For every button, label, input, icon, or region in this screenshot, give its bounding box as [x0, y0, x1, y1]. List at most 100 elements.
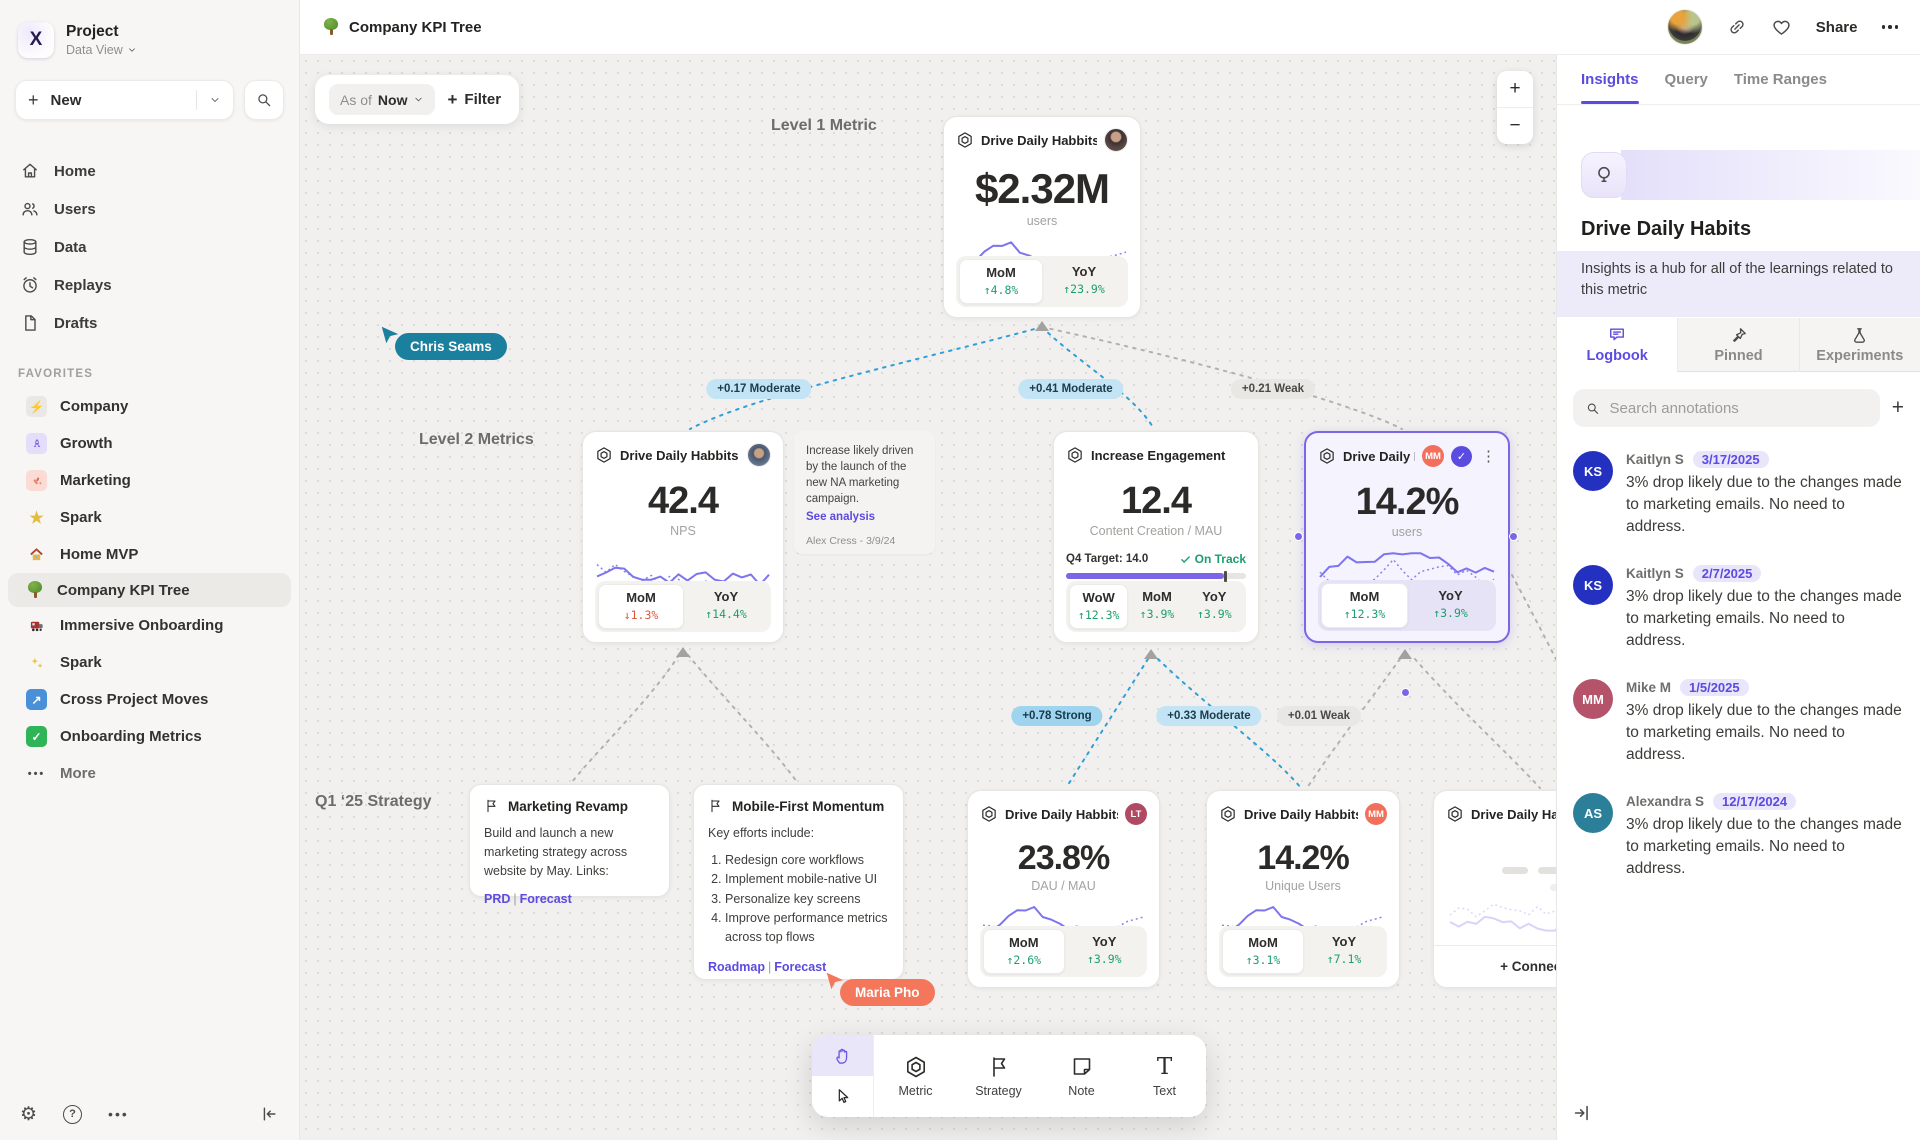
help-icon[interactable]: ? — [63, 1105, 82, 1124]
selection-handle[interactable] — [1509, 532, 1518, 541]
favorites-heading: FAVORITES — [0, 342, 299, 388]
collapse-sidebar-icon[interactable] — [259, 1104, 279, 1124]
collapse-panel-icon[interactable] — [1571, 1102, 1593, 1124]
user-avatar[interactable] — [1667, 9, 1703, 45]
strategy-item: Implement mobile-native UI — [725, 870, 889, 889]
roadmap-link[interactable]: Roadmap — [708, 960, 765, 974]
tab-time-ranges[interactable]: Time Ranges — [1734, 55, 1827, 104]
subtab-pinned[interactable]: Pinned — [1677, 318, 1798, 372]
metric-card-connect[interactable]: Drive Daily Habbits + Connect — [1433, 790, 1556, 988]
select-tool-button[interactable] — [812, 1076, 873, 1117]
insights-bulb-tile — [1581, 152, 1627, 198]
hand-tool-button[interactable] — [812, 1035, 873, 1076]
metric-hexagon-icon — [1446, 805, 1464, 823]
forecast-link[interactable]: Forecast — [520, 892, 572, 906]
project-switcher[interactable]: X Project Data View — [0, 0, 299, 68]
add-annotation-button[interactable]: + — [1892, 396, 1904, 420]
check-icon — [1180, 554, 1191, 565]
collaborator-cursor-chris: Chris Seams — [395, 338, 507, 356]
target-progress-bar — [1066, 573, 1246, 579]
sidebar-item-company-kpi-tree[interactable]: Company KPI Tree — [8, 573, 291, 607]
more-menu-icon[interactable] — [1882, 25, 1899, 29]
annotation-item[interactable]: AS Alexandra S12/17/2024 3% drop likely … — [1573, 793, 1906, 880]
annotation-item[interactable]: KS Kaitlyn S3/17/2025 3% drop likely due… — [1573, 451, 1906, 538]
annotation-item[interactable]: KS Kaitlyn S2/7/2025 3% drop likely due … — [1573, 565, 1906, 652]
metric-card-nps[interactable]: Drive Daily Habbits 42.4 NPS MoM↓1.3% Yo… — [582, 431, 784, 643]
sidebar-item-replays[interactable]: Replays — [0, 266, 299, 304]
sidebar-item-users[interactable]: Users — [0, 190, 299, 228]
selection-handle[interactable] — [1401, 688, 1410, 697]
kpi-tree-canvas[interactable]: As of Now + Filter + − Level 1 Metric Le… — [300, 55, 1556, 1140]
selection-handle[interactable] — [1294, 532, 1303, 541]
sidebar-item-home[interactable]: Home — [0, 152, 299, 190]
tab-query[interactable]: Query — [1665, 55, 1708, 104]
metric-tool-button[interactable]: Metric — [874, 1035, 957, 1117]
annotation-date: 12/17/2024 — [1713, 793, 1796, 810]
annotation-search[interactable] — [1573, 389, 1880, 427]
strategy-title: Marketing Revamp — [508, 799, 628, 814]
metric-card-selected[interactable]: Drive Daily Habb.. MM ✓ ⋮ 14.2% users Mo… — [1304, 431, 1510, 643]
text-tool-button[interactable]: T Text — [1123, 1035, 1206, 1117]
strategy-tool-button[interactable]: Strategy — [957, 1035, 1040, 1117]
annotation-text: 3% drop likely due to the changes made t… — [1626, 586, 1906, 652]
search-button[interactable] — [244, 80, 284, 120]
metric-card-dau[interactable]: Drive Daily Habbits LT 23.8% DAU / MAU M… — [967, 790, 1160, 988]
annotation-item[interactable]: MM Mike M1/5/2025 3% drop likely due to … — [1573, 679, 1906, 766]
sidebar-item-more[interactable]: ••• More — [8, 755, 291, 792]
zoom-in-button[interactable]: + — [1497, 71, 1533, 107]
sidebar-item-home-mvp[interactable]: Home MVP — [8, 536, 291, 573]
sidebar-item-label: Data — [54, 239, 87, 256]
metric-unit: DAU / MAU — [980, 879, 1147, 893]
metric-card-unique-users[interactable]: Drive Daily Habbits MM 14.2% Unique User… — [1206, 790, 1400, 988]
zoom-out-button[interactable]: − — [1497, 108, 1533, 144]
annotation-author: Kaitlyn S — [1626, 566, 1684, 581]
strategy-card-marketing-revamp[interactable]: Marketing Revamp Build and launch a new … — [469, 784, 670, 897]
chevron-down-icon[interactable] — [209, 94, 221, 106]
cursor-arrow-icon — [824, 970, 846, 992]
star-icon: ★ — [26, 507, 47, 528]
page-title: Company KPI Tree — [349, 19, 482, 36]
card-menu-icon[interactable]: ⋮ — [1479, 447, 1496, 465]
sidebar-item-drafts[interactable]: Drafts — [0, 304, 299, 342]
subtab-logbook[interactable]: Logbook — [1557, 318, 1677, 372]
stat-yoy: YoY↑3.9% — [1186, 584, 1243, 629]
sidebar-item-marketing[interactable]: Marketing — [8, 462, 291, 499]
sidebar-item-cross-project-moves[interactable]: ↗ Cross Project Moves — [8, 681, 291, 718]
chevron-down-icon — [127, 45, 137, 55]
note-tool-button[interactable]: Note — [1040, 1035, 1123, 1117]
insights-description: Insights is a hub for all of the learnin… — [1557, 251, 1920, 317]
metric-card-level1[interactable]: Drive Daily Habbits $2.32M users MoM↑4.8… — [943, 116, 1141, 318]
subtab-experiments[interactable]: Experiments — [1799, 318, 1920, 372]
more-options-icon[interactable]: ••• — [108, 1106, 129, 1122]
new-button[interactable]: + New — [15, 80, 234, 120]
share-button[interactable]: Share — [1816, 19, 1858, 36]
sidebar: X Project Data View + New Home Users — [0, 0, 300, 1140]
plus-icon: + — [447, 90, 457, 110]
sidebar-item-spark[interactable]: ★ Spark — [8, 499, 291, 536]
as-of-selector[interactable]: As of Now — [329, 84, 435, 115]
copy-link-icon[interactable] — [1727, 17, 1747, 37]
card-title: Drive Daily Habbits — [620, 448, 740, 463]
cursor-arrow-icon — [379, 324, 401, 346]
filter-button[interactable]: + Filter — [447, 90, 505, 110]
metric-unit: Content Creation / MAU — [1066, 524, 1246, 538]
strategy-card-mobile-first[interactable]: Mobile-First Momentum Key efforts includ… — [693, 784, 904, 980]
sidebar-item-onboarding-metrics[interactable]: ✓ Onboarding Metrics — [8, 718, 291, 755]
forecast-link[interactable]: Forecast — [774, 960, 826, 974]
favorite-heart-icon[interactable] — [1771, 17, 1792, 38]
annotation-note[interactable]: Increase likely driven by the launch of … — [794, 431, 935, 554]
sidebar-item-spark-2[interactable]: Spark — [8, 644, 291, 681]
sidebar-item-growth[interactable]: Growth — [8, 425, 291, 462]
prd-link[interactable]: PRD — [484, 892, 510, 906]
annotation-search-input[interactable] — [1610, 400, 1868, 417]
sidebar-item-data[interactable]: Data — [0, 228, 299, 266]
sidebar-item-company[interactable]: ⚡ Company — [8, 388, 291, 425]
metric-card-engagement[interactable]: Increase Engagement 12.4 Content Creatio… — [1053, 431, 1259, 643]
connect-button[interactable]: + Connect — [1434, 945, 1556, 987]
more-dots-icon: ••• — [26, 763, 47, 784]
sidebar-item-immersive-onboarding[interactable]: Immersive Onboarding — [8, 607, 291, 644]
tab-insights[interactable]: Insights — [1581, 55, 1639, 104]
sparkline-chart — [956, 234, 1128, 256]
see-analysis-link[interactable]: See analysis — [806, 511, 875, 523]
settings-gear-icon[interactable]: ⚙ — [20, 1105, 37, 1124]
